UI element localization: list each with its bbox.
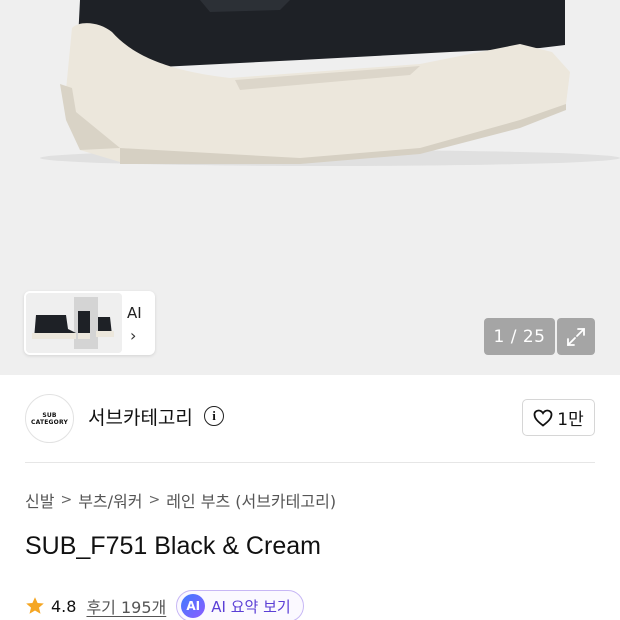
ai-summary-label: AI 요약 보기: [211, 597, 291, 616]
brand-logo-line2: CATEGORY: [30, 418, 69, 426]
breadcrumb-item-boots[interactable]: 부츠/워커: [78, 488, 142, 512]
image-counter: 1 / 25: [484, 318, 555, 355]
like-count: 1만: [557, 410, 584, 430]
chevron-right-icon: >: [148, 492, 161, 508]
thumbnail-ai-label: AI: [127, 304, 142, 322]
breadcrumb: 신발 > 부츠/워커 > 레인 부츠 (서브카테고리): [25, 488, 336, 512]
info-icon[interactable]: i: [204, 406, 224, 426]
brand-name[interactable]: 서브카테고리: [88, 403, 193, 430]
chevron-right-icon: ›: [130, 326, 137, 345]
rating-score: 4.8: [51, 596, 77, 616]
breadcrumb-item-shoes[interactable]: 신발: [25, 488, 54, 512]
rating-row: 4.8 후기 195개 AI AI 요약 보기: [25, 590, 304, 620]
like-button[interactable]: 1만: [522, 399, 595, 436]
ai-summary-button[interactable]: AI AI 요약 보기: [176, 590, 304, 620]
brand-logo[interactable]: SUB CATEGORY: [25, 394, 74, 443]
product-title: SUB_F751 Black & Cream: [25, 532, 321, 560]
thumbnail-image: [26, 293, 122, 353]
expand-button[interactable]: [557, 318, 595, 355]
chevron-right-icon: >: [60, 492, 73, 508]
heart-icon: [533, 409, 553, 427]
review-count-link[interactable]: 후기 195개: [86, 594, 166, 618]
product-image-gallery[interactable]: AI › 1 / 25: [0, 0, 620, 375]
brand-logo-line1: SUB: [42, 411, 57, 419]
divider: [25, 462, 595, 463]
expand-icon: [567, 327, 585, 346]
breadcrumb-item-rain-boots[interactable]: 레인 부츠 (서브카테고리): [166, 488, 336, 512]
ai-thumbnail-card[interactable]: [24, 291, 155, 355]
star-icon: [26, 597, 44, 614]
ai-icon: AI: [181, 594, 206, 618]
